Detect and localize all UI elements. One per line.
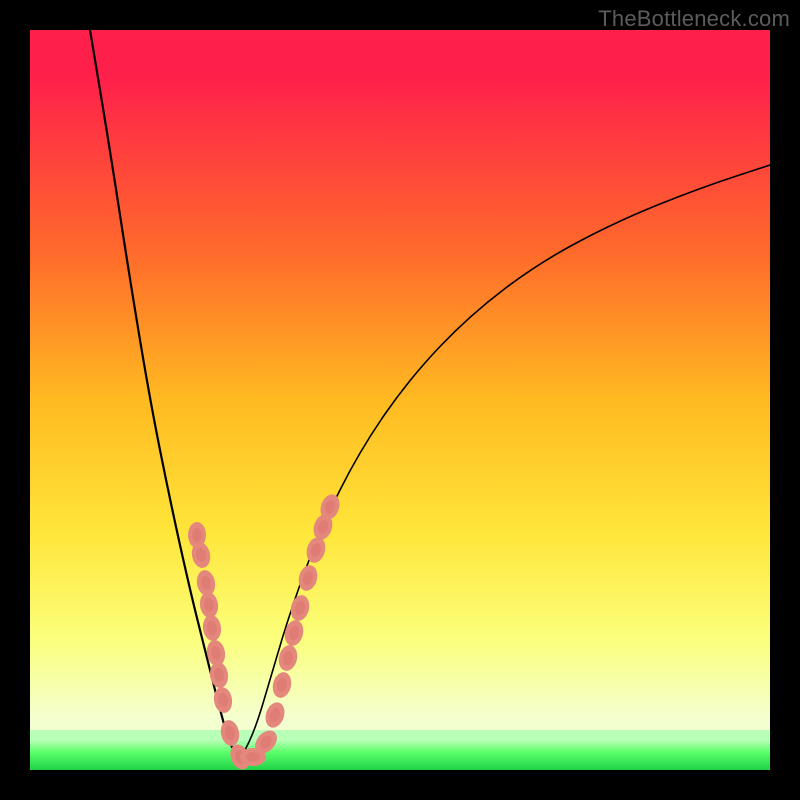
bottleneck-curve-layer xyxy=(30,30,770,770)
data-marker-core xyxy=(246,752,260,762)
data-marker-core xyxy=(192,528,202,542)
marker-cluster xyxy=(188,492,343,770)
curve-right-branch xyxy=(240,165,770,760)
plot-area xyxy=(30,30,770,770)
watermark-text: TheBottleneck.com xyxy=(598,6,790,32)
chart-frame: TheBottleneck.com xyxy=(0,0,800,800)
